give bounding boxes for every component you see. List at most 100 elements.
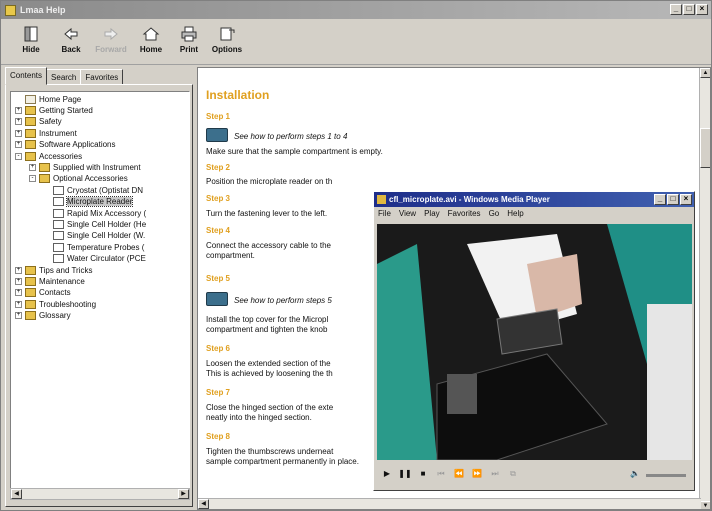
tree-item[interactable]: Temperature Probes (: [43, 242, 144, 252]
player-maximize-button[interactable]: □: [667, 194, 679, 205]
tree-item[interactable]: + Instrument: [15, 128, 77, 138]
tree-horizontal-scrollbar[interactable]: ◀ ▶: [10, 488, 190, 500]
title-bar[interactable]: Lmaa Help _ □ ×: [1, 1, 711, 19]
expand-icon[interactable]: +: [15, 289, 22, 297]
volume-slider[interactable]: [646, 473, 686, 477]
collapse-icon[interactable]: -: [29, 175, 36, 183]
volume-icon[interactable]: 🔈: [628, 468, 642, 482]
menu-go[interactable]: Go: [489, 209, 500, 218]
stop-icon[interactable]: ■: [416, 468, 430, 482]
tree-item-label: Getting Started: [39, 105, 93, 115]
media-player-window[interactable]: cfl_microplate.avi - Windows Media Playe…: [373, 191, 695, 491]
forward-button[interactable]: Forward: [93, 25, 129, 54]
tree-item[interactable]: + Tips and Tricks: [15, 265, 93, 275]
close-button[interactable]: ×: [696, 4, 708, 15]
options-button[interactable]: Options: [209, 25, 245, 54]
media-player-title-bar[interactable]: cfl_microplate.avi - Windows Media Playe…: [374, 192, 694, 207]
step-5-heading: Step 5: [206, 274, 231, 283]
tree-item[interactable]: Cryostat (Optistat DN: [43, 185, 143, 195]
expand-icon[interactable]: +: [15, 118, 22, 126]
tree-item[interactable]: + Software Applications: [15, 140, 116, 150]
topic-horizontal-scrollbar[interactable]: ◀: [198, 498, 701, 509]
page-icon: [53, 254, 64, 264]
skip-back-icon[interactable]: ⏮: [434, 468, 448, 482]
print-button[interactable]: Print: [171, 25, 207, 54]
back-button[interactable]: Back: [53, 25, 89, 54]
scroll-up-button[interactable]: ▲: [700, 68, 710, 78]
tree-item[interactable]: + Contacts: [15, 288, 71, 298]
expand-icon[interactable]: +: [15, 300, 22, 308]
scroll-left-button[interactable]: ◀: [198, 499, 209, 509]
contents-tree[interactable]: Home Page + Getting Started + Safety + Instrum…: [10, 91, 190, 491]
tree-item[interactable]: + Glossary: [15, 311, 71, 321]
menu-favorites[interactable]: Favorites: [448, 209, 481, 218]
menu-file[interactable]: File: [378, 209, 391, 218]
tree-item-label: Troubleshooting: [39, 299, 97, 309]
expand-icon[interactable]: +: [15, 277, 22, 285]
tree-item-label: Safety: [39, 117, 62, 127]
player-minimize-button[interactable]: _: [654, 194, 666, 205]
menu-view[interactable]: View: [399, 209, 416, 218]
collapse-icon[interactable]: -: [15, 152, 22, 160]
tree-item[interactable]: + Supplied with Instrument: [29, 162, 141, 172]
tab-search[interactable]: Search: [46, 69, 82, 85]
tree-item[interactable]: + Safety: [15, 117, 62, 127]
expand-icon[interactable]: +: [15, 106, 22, 114]
fast-forward-icon[interactable]: ⏩: [470, 468, 484, 482]
video-camera-icon[interactable]: [206, 128, 228, 142]
player-close-button[interactable]: ×: [680, 194, 692, 205]
home-icon: [25, 94, 36, 104]
tab-contents[interactable]: Contents: [5, 67, 48, 85]
step-3-heading: Step 3: [206, 194, 231, 203]
tree-item[interactable]: Single Cell Holder (W.: [43, 231, 145, 241]
home-button[interactable]: Home: [133, 25, 169, 54]
step-7-heading: Step 7: [206, 388, 231, 397]
home-label: Home: [139, 45, 163, 54]
play-icon[interactable]: ▶: [380, 468, 394, 482]
tree-item-label: Single Cell Holder (W.: [67, 231, 146, 241]
tree-item[interactable]: - Optional Accessories: [29, 174, 128, 184]
marker-icon[interactable]: ⧉: [506, 468, 520, 482]
rewind-icon[interactable]: ⏪: [452, 468, 466, 482]
howto-link-5[interactable]: See how to perform steps 5: [234, 296, 332, 305]
expand-icon[interactable]: +: [15, 129, 22, 137]
tree-item[interactable]: + Getting Started: [15, 105, 93, 115]
tree-item-label: Software Applications: [39, 140, 116, 150]
expand-icon[interactable]: +: [29, 163, 36, 171]
minimize-button[interactable]: _: [670, 4, 682, 15]
expand-icon[interactable]: +: [15, 266, 22, 274]
howto-link-1[interactable]: See how to perform steps 1 to 4: [234, 132, 347, 141]
book-icon: [25, 128, 36, 138]
tree-item-label: Accessories: [39, 151, 83, 161]
tree-item-label: Single Cell Holder (He: [67, 219, 147, 229]
tree-item[interactable]: Microplate Reader: [43, 196, 134, 208]
scroll-thumb[interactable]: [700, 128, 710, 168]
tree-item[interactable]: - Accessories: [15, 151, 82, 161]
maximize-button[interactable]: □: [683, 4, 695, 15]
menu-play[interactable]: Play: [424, 209, 440, 218]
page-icon: [53, 208, 64, 218]
tree-item[interactable]: Water Circulator (PCE: [43, 254, 146, 264]
expand-icon[interactable]: +: [15, 141, 22, 149]
tree-item[interactable]: Single Cell Holder (He: [43, 219, 146, 229]
skip-forward-icon[interactable]: ⏭: [488, 468, 502, 482]
scroll-right-button[interactable]: ▶: [178, 489, 189, 499]
expand-icon[interactable]: +: [15, 312, 22, 320]
step-2-heading: Step 2: [206, 163, 231, 172]
topic-vertical-scrollbar[interactable]: ▲ ▼: [699, 68, 710, 509]
tab-favorites[interactable]: Favorites: [80, 69, 124, 85]
tree-item[interactable]: + Maintenance: [15, 276, 85, 286]
tree-item[interactable]: + Troubleshooting: [15, 299, 96, 309]
video-frame[interactable]: [377, 224, 692, 460]
media-player-menu-bar: File View Play Favorites Go Help: [374, 207, 694, 220]
tree-item[interactable]: Rapid Mix Accessory (: [43, 208, 146, 218]
scroll-left-button[interactable]: ◀: [11, 489, 22, 499]
menu-help[interactable]: Help: [507, 209, 523, 218]
video-camera-icon[interactable]: [206, 292, 228, 306]
media-controls: ▶ ❚❚ ■ ⏮ ⏪ ⏩ ⏭ ⧉ 🔈: [377, 463, 692, 487]
tree-item[interactable]: Home Page: [15, 94, 81, 104]
media-player-icon: [377, 195, 386, 204]
hide-button[interactable]: Hide: [13, 25, 49, 54]
scroll-down-button[interactable]: ▼: [700, 501, 710, 509]
pause-icon[interactable]: ❚❚: [398, 468, 412, 482]
